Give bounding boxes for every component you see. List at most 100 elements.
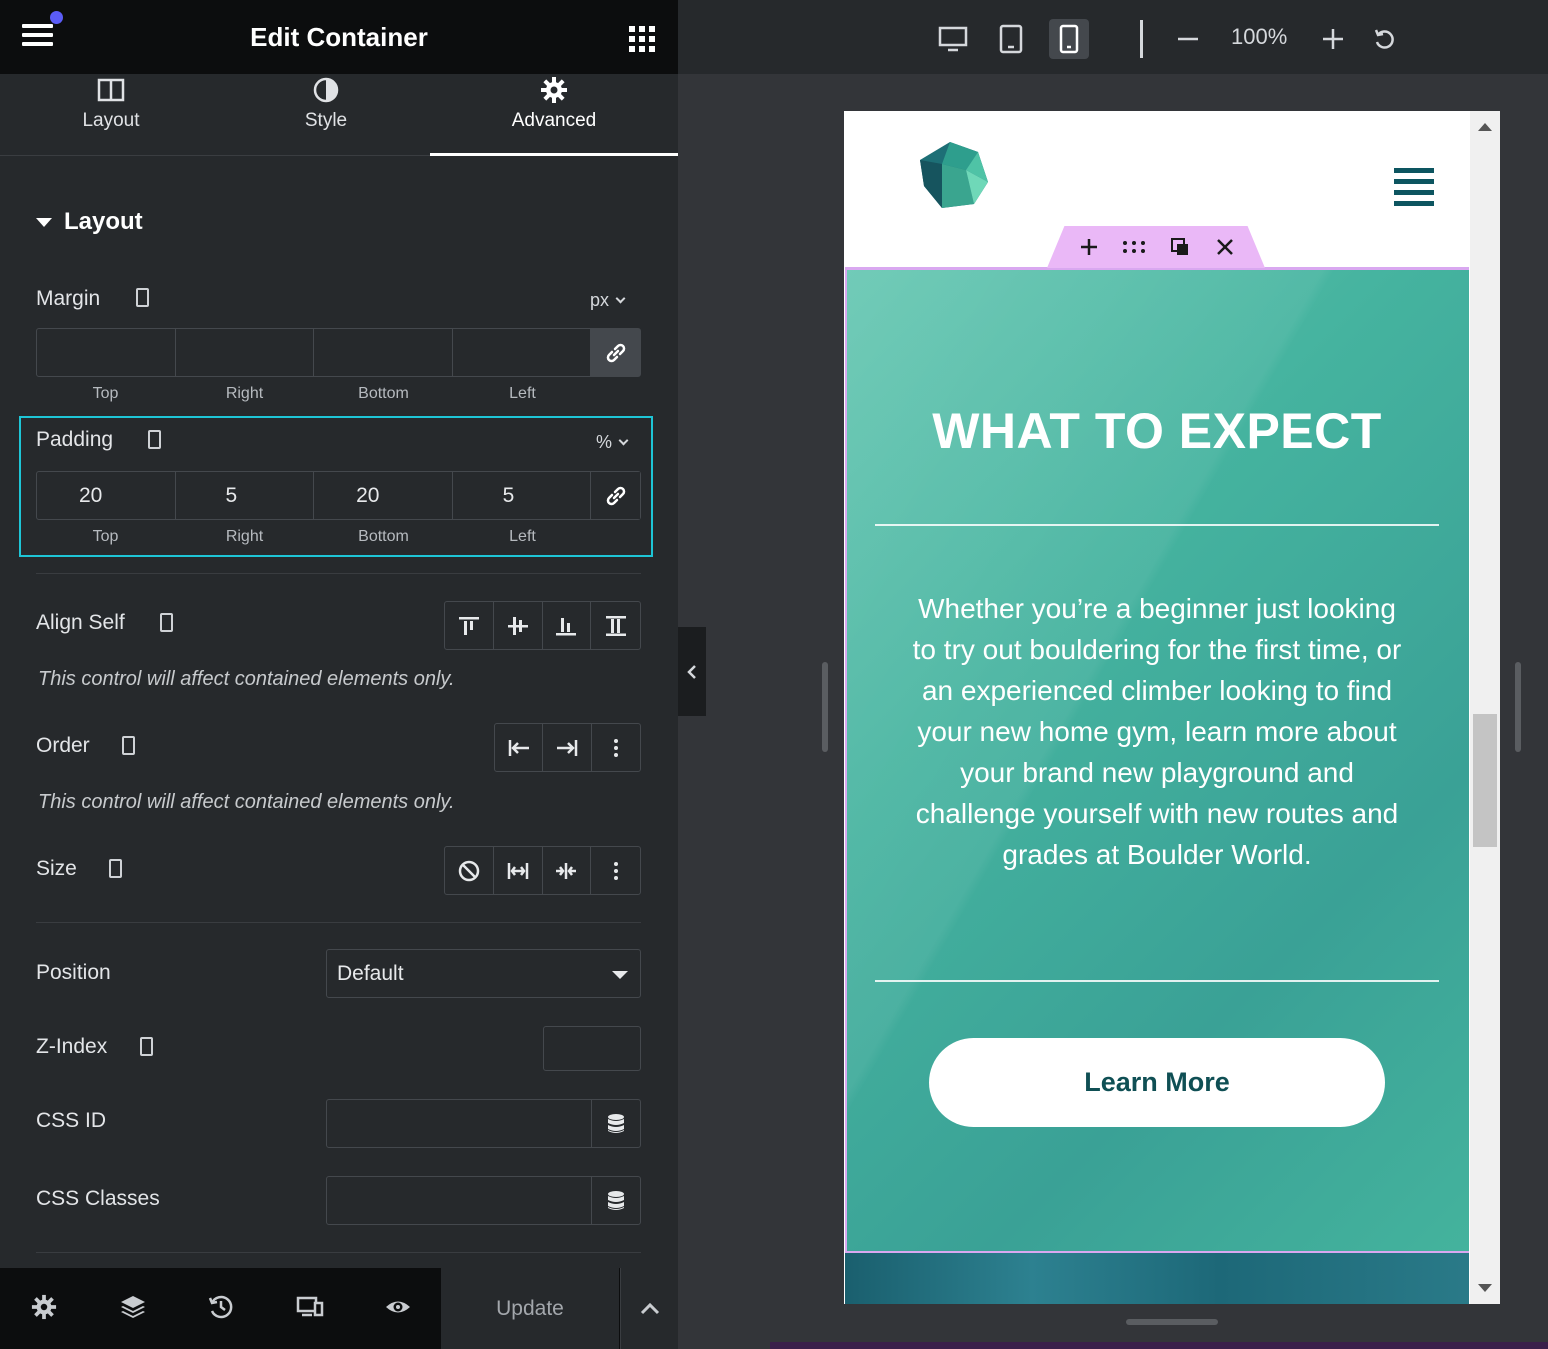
padding-bottom-input[interactable]: 20 (314, 472, 453, 519)
link-values-button[interactable] (591, 472, 641, 519)
preview-scrollbar[interactable] (1470, 111, 1500, 1304)
css-classes-input[interactable] (326, 1176, 641, 1225)
plus-icon (1081, 239, 1097, 255)
mobile-device-icon[interactable] (160, 613, 173, 632)
preview-button[interactable] (381, 1290, 415, 1324)
mobile-device-icon[interactable] (109, 859, 122, 878)
scroll-down-icon[interactable] (1478, 1284, 1492, 1292)
order-end-button[interactable] (543, 724, 592, 771)
tab-layout-label: Layout (82, 110, 140, 131)
resize-handle-right[interactable] (1515, 662, 1521, 752)
divider (36, 922, 641, 923)
dynamic-tags-button[interactable] (591, 1100, 640, 1147)
delete-button[interactable] (1212, 234, 1238, 260)
update-options-button[interactable] (620, 1268, 678, 1349)
align-center-button[interactable] (494, 602, 543, 649)
mobile-device-icon[interactable] (136, 288, 149, 307)
device-tablet-button[interactable] (991, 19, 1031, 59)
align-start-button[interactable] (445, 602, 494, 649)
order-start-button[interactable] (495, 724, 544, 771)
position-value: Default (337, 962, 404, 985)
align-stretch-button[interactable] (591, 602, 640, 649)
gear-icon (31, 1294, 57, 1320)
mobile-device-icon[interactable] (122, 736, 135, 755)
device-desktop-button[interactable] (933, 19, 973, 59)
tab-advanced-label: Advanced (511, 110, 597, 131)
zoom-out-button[interactable] (1168, 19, 1208, 59)
padding-left-input[interactable]: 5 (453, 472, 592, 519)
widgets-grid-icon[interactable] (629, 26, 655, 52)
drag-handle[interactable] (1121, 234, 1147, 260)
responsive-mode-button[interactable] (293, 1290, 327, 1324)
settings-button[interactable] (27, 1290, 61, 1324)
device-mobile-button[interactable] (1049, 19, 1089, 59)
side-label-bottom: Bottom (358, 528, 409, 545)
divider (36, 1252, 641, 1253)
padding-side-labels: Top Right Bottom Left (36, 528, 592, 546)
link-values-button[interactable] (591, 329, 641, 376)
margin-right-input[interactable] (176, 329, 315, 376)
mobile-icon (1059, 24, 1079, 54)
margin-left-input[interactable] (453, 329, 592, 376)
zoom-level: 100% (1231, 24, 1288, 49)
size-more-button[interactable] (591, 847, 640, 894)
css-id-input[interactable] (326, 1099, 641, 1148)
order-more-button[interactable] (592, 724, 640, 771)
resize-handle-bottom[interactable] (1126, 1319, 1218, 1325)
panel-title: Edit Container (250, 22, 428, 52)
hero-body-text[interactable]: Whether you’re a beginner just looking t… (905, 588, 1409, 875)
add-element-button[interactable] (1076, 234, 1102, 260)
padding-right-input[interactable]: 5 (176, 472, 315, 519)
plus-icon (1323, 29, 1343, 49)
mobile-device-icon[interactable] (140, 1037, 153, 1056)
site-menu-icon[interactable] (1394, 168, 1434, 212)
side-label-left: Left (509, 385, 536, 402)
size-grow-button[interactable] (494, 847, 543, 894)
mobile-device-icon[interactable] (148, 430, 161, 449)
tab-layout[interactable]: Layout (0, 74, 222, 156)
history-button[interactable] (204, 1290, 238, 1324)
site-logo (920, 142, 988, 208)
size-buttons (444, 846, 641, 895)
align-end-button[interactable] (543, 602, 592, 649)
tab-style[interactable]: Style (222, 74, 430, 156)
margin-side-labels: Top Right Bottom Left (36, 385, 592, 403)
margin-unit-select[interactable]: px (590, 290, 626, 311)
link-icon (606, 343, 625, 362)
padding-top-input[interactable]: 20 (37, 472, 176, 519)
collapse-panel-button[interactable] (678, 627, 706, 716)
side-label-right: Right (225, 528, 264, 545)
database-icon (608, 1190, 624, 1210)
size-shrink-button[interactable] (543, 847, 592, 894)
close-icon (1217, 239, 1233, 255)
position-select[interactable]: Default (326, 949, 641, 998)
compress-horizontal-icon (556, 862, 577, 879)
toolbar-divider (1140, 20, 1143, 58)
duplicate-button[interactable] (1167, 234, 1193, 260)
scroll-up-icon[interactable] (1478, 123, 1492, 131)
resize-handle-left[interactable] (822, 662, 828, 752)
desktop-icon (938, 26, 968, 52)
navigator-button[interactable] (116, 1290, 150, 1324)
margin-label: Margin (36, 287, 101, 310)
gear-icon (541, 77, 567, 103)
hero-heading[interactable]: WHAT TO EXPECT (845, 402, 1469, 460)
z-index-input[interactable] (543, 1026, 641, 1071)
hero-divider (875, 524, 1439, 526)
reset-zoom-button[interactable] (1364, 19, 1404, 59)
section-layout-toggle[interactable]: Layout (36, 208, 143, 236)
zoom-in-button[interactable] (1313, 19, 1353, 59)
margin-top-input[interactable] (37, 329, 176, 376)
scrollbar-thumb[interactable] (1473, 714, 1497, 847)
tab-advanced[interactable]: Advanced (430, 74, 678, 156)
update-button[interactable]: Update (441, 1268, 619, 1349)
more-vertical-icon (613, 738, 618, 757)
panel-tabs: Layout Style Advanced (0, 74, 678, 156)
container-handle (1047, 226, 1265, 268)
size-none-button[interactable] (445, 847, 494, 894)
margin-bottom-input[interactable] (314, 329, 453, 376)
undo-icon (1374, 29, 1394, 49)
learn-more-button[interactable]: Learn More (929, 1038, 1385, 1127)
dynamic-tags-button[interactable] (591, 1177, 640, 1224)
padding-unit-select[interactable]: % (596, 432, 629, 453)
